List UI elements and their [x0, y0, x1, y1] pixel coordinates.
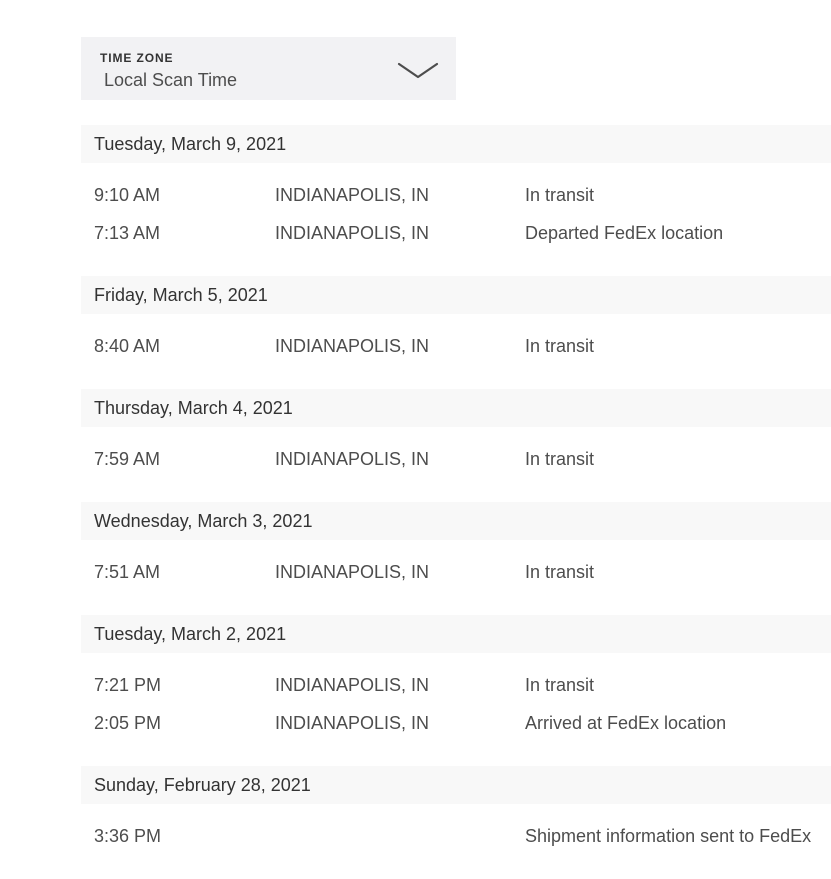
event-row: 7:59 AM INDIANAPOLIS, IN In transit — [81, 440, 831, 478]
timezone-dropdown[interactable]: TIME ZONE Local Scan Time — [81, 37, 456, 100]
event-row: 7:13 AM INDIANAPOLIS, IN Departed FedEx … — [81, 214, 831, 252]
chevron-down-icon — [397, 62, 439, 79]
event-time: 7:59 AM — [94, 449, 161, 469]
event-time: 9:10 AM — [94, 185, 161, 205]
event-status: In transit — [525, 336, 595, 356]
event-status: In transit — [525, 449, 595, 469]
event-time: 7:51 AM — [94, 562, 161, 582]
event-time: 7:13 AM — [94, 223, 161, 243]
event-time: 3:36 PM — [94, 826, 162, 846]
event-location: INDIANAPOLIS, IN — [275, 223, 430, 243]
event-location: INDIANAPOLIS, IN — [275, 713, 430, 733]
day-group: Friday, March 5, 2021 8:40 AM INDIANAPOL… — [81, 276, 831, 365]
event-time: 7:21 PM — [94, 675, 162, 695]
event-row: 2:05 PM INDIANAPOLIS, IN Arrived at FedE… — [81, 704, 831, 742]
day-group: Tuesday, March 2, 2021 7:21 PM INDIANAPO… — [81, 615, 831, 742]
event-status: Arrived at FedEx location — [525, 713, 727, 733]
day-group: Sunday, February 28, 2021 3:36 PM Shipme… — [81, 766, 831, 855]
event-row: 3:36 PM Shipment information sent to Fed… — [81, 817, 831, 855]
day-header: Tuesday, March 9, 2021 — [81, 125, 831, 163]
event-status: In transit — [525, 675, 595, 695]
event-status: Departed FedEx location — [525, 223, 724, 243]
event-location: INDIANAPOLIS, IN — [275, 675, 430, 695]
day-group: Wednesday, March 3, 2021 7:51 AM INDIANA… — [81, 502, 831, 591]
day-header: Tuesday, March 2, 2021 — [81, 615, 831, 653]
event-location: INDIANAPOLIS, IN — [275, 449, 430, 469]
event-row: 7:21 PM INDIANAPOLIS, IN In transit — [81, 666, 831, 704]
event-location: INDIANAPOLIS, IN — [275, 185, 430, 205]
event-row: 9:10 AM INDIANAPOLIS, IN In transit — [81, 176, 831, 214]
event-time: 8:40 AM — [94, 336, 161, 356]
event-time: 2:05 PM — [94, 713, 162, 733]
day-group: Thursday, March 4, 2021 7:59 AM INDIANAP… — [81, 389, 831, 478]
event-location: INDIANAPOLIS, IN — [275, 562, 430, 582]
day-header: Thursday, March 4, 2021 — [81, 389, 831, 427]
timezone-selected-value: Local Scan Time — [104, 70, 238, 90]
day-header: Sunday, February 28, 2021 — [81, 766, 831, 804]
day-header: Wednesday, March 3, 2021 — [81, 502, 831, 540]
event-status: Shipment information sent to FedEx — [525, 826, 812, 846]
day-group: Tuesday, March 9, 2021 9:10 AM INDIANAPO… — [81, 125, 831, 252]
travel-history: Tuesday, March 9, 2021 9:10 AM INDIANAPO… — [81, 125, 831, 879]
event-row: 8:40 AM INDIANAPOLIS, IN In transit — [81, 327, 831, 365]
event-location: INDIANAPOLIS, IN — [275, 336, 430, 356]
day-header: Friday, March 5, 2021 — [81, 276, 831, 314]
timezone-label: TIME ZONE — [100, 51, 174, 65]
event-status: In transit — [525, 562, 595, 582]
event-status: In transit — [525, 185, 595, 205]
event-row: 7:51 AM INDIANAPOLIS, IN In transit — [81, 553, 831, 591]
